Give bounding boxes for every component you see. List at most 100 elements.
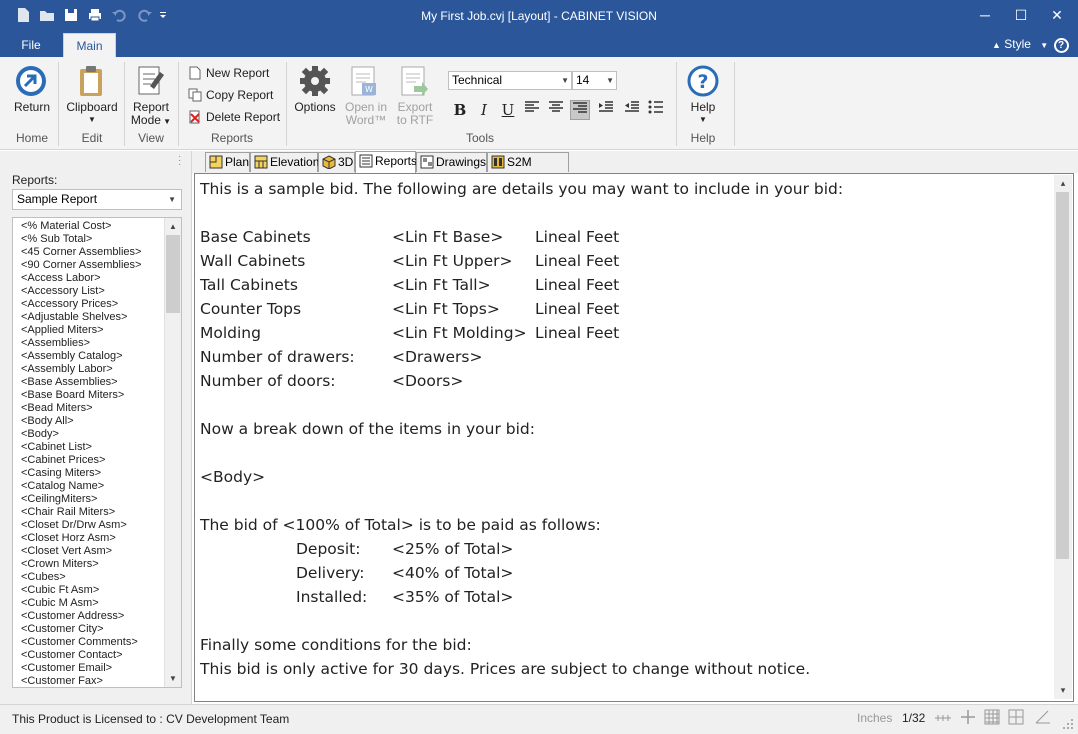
field-list-item[interactable]: <Closet Vert Asm>	[21, 545, 161, 558]
align-left-button[interactable]	[522, 100, 542, 120]
help-circle-icon[interactable]: ?	[1053, 38, 1069, 53]
report-select[interactable]: Sample Report ▼	[12, 189, 182, 210]
separator	[676, 62, 677, 146]
field-list-item[interactable]: <Customer Contact>	[21, 649, 161, 662]
new-report-button[interactable]: New Report	[188, 63, 269, 83]
crosshair-icon[interactable]	[960, 709, 976, 725]
field-list-item[interactable]: <Assemblies>	[21, 337, 161, 350]
field-list[interactable]: <% Material Cost> <% Sub Total> <45 Corner…	[12, 217, 182, 688]
scroll-up-icon[interactable]: ▴	[1054, 175, 1072, 192]
field-list-item[interactable]: <45 Corner Assemblies>	[21, 246, 161, 259]
bullets-button[interactable]	[646, 100, 666, 120]
tab-file[interactable]: File	[0, 33, 62, 57]
field-list-item[interactable]: <90 Corner Assemblies>	[21, 259, 161, 272]
field-list-item[interactable]: <Applied Miters>	[21, 324, 161, 337]
underline-button[interactable]: U	[498, 100, 518, 120]
field-list-item[interactable]: <Closet Dr/Drw Asm>	[21, 519, 161, 532]
snap-icon[interactable]	[934, 711, 952, 725]
style-menu[interactable]: ▲ Style ▼ ?	[992, 37, 1069, 53]
angle-icon[interactable]	[1034, 709, 1052, 725]
document-scroll-thumb[interactable]	[1056, 192, 1069, 559]
align-center-button[interactable]	[546, 100, 566, 120]
field-list-item[interactable]: <Assembly Labor>	[21, 363, 161, 376]
field-list-item[interactable]: <Cabinet Prices>	[21, 454, 161, 467]
field-list-item[interactable]: <Cubic M Asm>	[21, 597, 161, 610]
field-list-item[interactable]: <Cabinet List>	[21, 441, 161, 454]
precision-indicator[interactable]: 1/32	[902, 711, 925, 725]
font-name-select[interactable]: Technical ▼	[448, 71, 572, 90]
field-list-scroll-thumb[interactable]	[166, 235, 180, 313]
scroll-down-icon[interactable]: ▾	[1054, 682, 1072, 699]
field-list-item[interactable]: <Crown Miters>	[21, 558, 161, 571]
field-list-item[interactable]: <Cubes>	[21, 571, 161, 584]
delete-icon	[189, 110, 200, 124]
field-list-item[interactable]: <Customer Fax>	[21, 675, 161, 687]
chevron-down-icon: ▼	[561, 76, 569, 85]
field-list-item[interactable]: <Accessory List>	[21, 285, 161, 298]
field-list-item[interactable]: <Bead Miters>	[21, 402, 161, 415]
tab-s2m-center[interactable]: S2M Center	[487, 152, 569, 187]
svg-text:?: ?	[697, 71, 708, 93]
options-button[interactable]	[298, 64, 332, 98]
close-button[interactable]: ✕	[1034, 0, 1078, 33]
resize-grip-icon[interactable]	[1062, 718, 1074, 730]
indent-button[interactable]	[596, 100, 616, 120]
grid-icon[interactable]	[984, 709, 1000, 725]
field-list-item[interactable]: <% Material Cost>	[21, 220, 161, 233]
tab-reports[interactable]: Reports	[355, 151, 417, 173]
field-list-item[interactable]: <Customer Email>	[21, 662, 161, 675]
field-list-item[interactable]: <Casing Miters>	[21, 467, 161, 480]
field-list-item[interactable]: <Base Board Miters>	[21, 389, 161, 402]
report-mode-icon	[138, 66, 164, 95]
document-scrollbar[interactable]: ▴ ▾	[1054, 175, 1072, 699]
detail-row: Base Cabinets <Lin Ft Base> Lineal Feet	[200, 228, 620, 246]
field-list-item[interactable]: <% Sub Total>	[21, 233, 161, 246]
field-list-item[interactable]: <Adjustable Shelves>	[21, 311, 161, 324]
field-list-item[interactable]: <Base Assemblies>	[21, 376, 161, 389]
units-indicator[interactable]: Inches	[857, 711, 892, 725]
field-list-item[interactable]: <Assembly Catalog>	[21, 350, 161, 363]
copy-report-button[interactable]: Copy Report	[188, 85, 273, 105]
layout-icon[interactable]	[1008, 709, 1024, 725]
field-list-item[interactable]: <Customer Address>	[21, 610, 161, 623]
separator	[286, 62, 287, 146]
bold-button[interactable]: B	[450, 100, 470, 120]
clipboard-button[interactable]	[77, 64, 105, 98]
tab-drawings[interactable]: Drawings	[416, 152, 487, 172]
scroll-down-icon[interactable]: ▼	[165, 670, 181, 687]
open-in-word-button[interactable]: W	[350, 66, 380, 98]
tab-main[interactable]: Main	[63, 33, 116, 57]
elevation-icon	[254, 155, 268, 169]
export-rtf-button[interactable]	[400, 66, 430, 98]
delete-report-button[interactable]: Delete Report	[188, 107, 280, 127]
field-list-item[interactable]: <CeilingMiters>	[21, 493, 161, 506]
outdent-button[interactable]	[622, 100, 642, 120]
tab-3d[interactable]: 3D	[318, 152, 355, 172]
separator	[58, 62, 59, 146]
scroll-up-icon[interactable]: ▲	[165, 218, 181, 235]
field-list-item[interactable]: <Chair Rail Miters>	[21, 506, 161, 519]
field-list-item[interactable]: <Access Labor>	[21, 272, 161, 285]
report-mode-button[interactable]	[136, 64, 166, 98]
field-list-item[interactable]: <Customer City>	[21, 623, 161, 636]
help-button[interactable]: ?	[687, 65, 719, 97]
tab-drawings-label: Drawings	[436, 155, 487, 169]
gear-icon	[300, 66, 330, 96]
field-list-item[interactable]: <Customer Comments>	[21, 636, 161, 649]
tab-3d-label: 3D	[338, 155, 354, 169]
field-list-item[interactable]: <Closet Horz Asm>	[21, 532, 161, 545]
italic-button[interactable]: I	[474, 100, 494, 120]
tab-elevation[interactable]: Elevation	[250, 152, 319, 172]
detail-row: Number of doors: <Doors>	[200, 372, 464, 390]
field-list-item[interactable]: <Cubic Ft Asm>	[21, 584, 161, 597]
field-list-item[interactable]: <Catalog Name>	[21, 480, 161, 493]
align-right-button[interactable]	[570, 100, 590, 120]
field-list-item[interactable]: <Body All>	[21, 415, 161, 428]
field-list-item[interactable]: <Accessory Prices>	[21, 298, 161, 311]
field-list-item[interactable]: <Body>	[21, 428, 161, 441]
return-button[interactable]	[14, 64, 48, 98]
field-list-scrollbar[interactable]: ▲ ▼	[164, 218, 181, 687]
panel-grip-icon[interactable]: · · ·	[178, 152, 181, 170]
font-size-select[interactable]: 14 ▼	[572, 71, 617, 90]
tab-plan[interactable]: Plan	[205, 152, 250, 172]
